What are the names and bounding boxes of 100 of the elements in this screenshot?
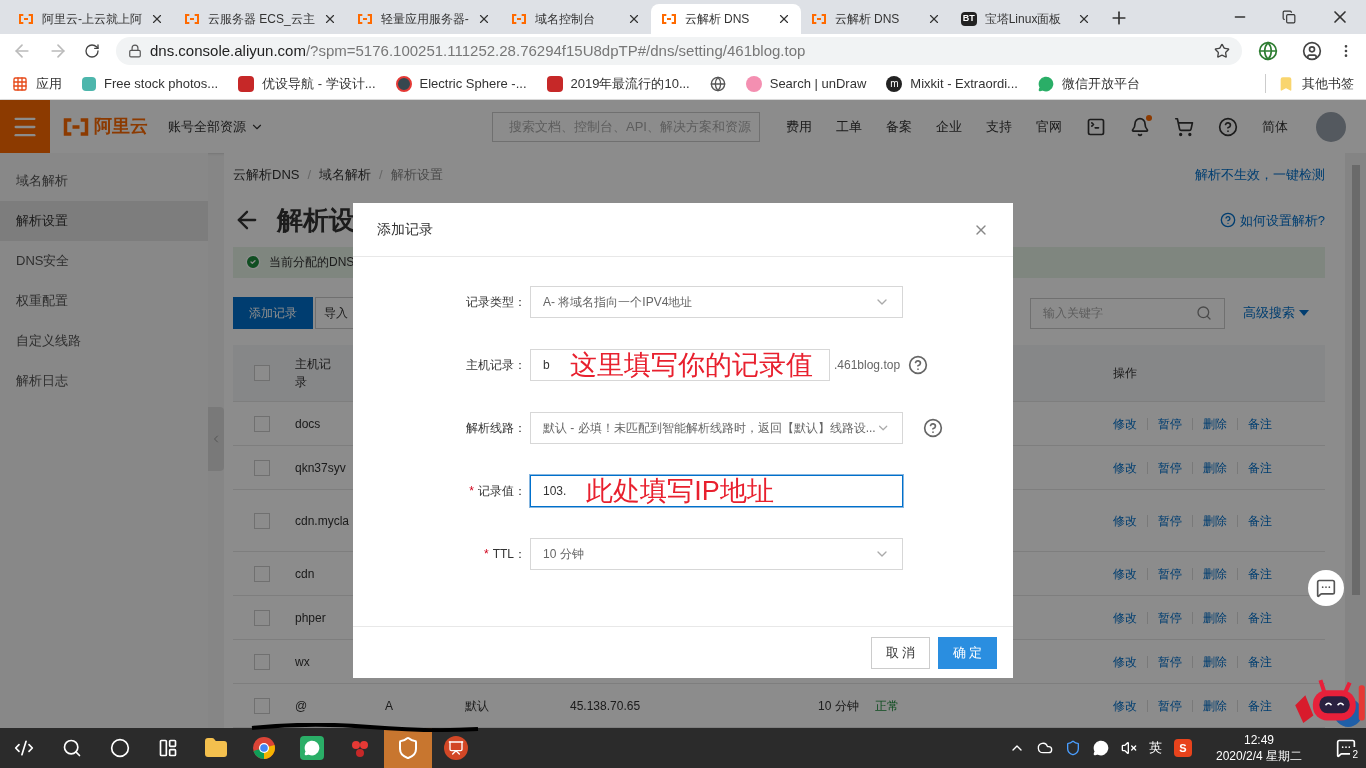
shield-icon[interactable] (1065, 740, 1081, 756)
action-link[interactable]: 暂停 (1158, 564, 1182, 583)
bookmark-item[interactable]: 应用 (12, 73, 62, 94)
globe-extension-icon[interactable] (1258, 41, 1278, 61)
action-link[interactable]: 删除 (1203, 458, 1227, 477)
action-link[interactable]: 暂停 (1158, 696, 1182, 715)
nav-link[interactable]: 企业 (936, 116, 962, 137)
action-link[interactable]: 备注 (1248, 511, 1272, 530)
input-method[interactable]: 英 (1149, 738, 1162, 758)
cancel-button[interactable]: 取 消 (871, 636, 930, 669)
browser-tab[interactable]: 云服务器 ECS_云主 (174, 4, 347, 34)
sidebar-item[interactable]: DNS安全 (0, 241, 208, 281)
sidebar-item[interactable]: 自定义线路 (0, 321, 208, 361)
clock-date[interactable]: 2020/2/4 星期二 (1215, 748, 1302, 764)
action-link[interactable]: 备注 (1248, 696, 1272, 715)
checkbox[interactable] (254, 697, 270, 714)
breadcrumb-link[interactable]: 域名解析 (319, 164, 372, 185)
action-link[interactable]: 删除 (1203, 696, 1227, 715)
action-link[interactable]: 备注 (1248, 458, 1272, 477)
assistant-icon[interactable] (110, 738, 130, 758)
nav-link[interactable]: 费用 (786, 116, 812, 137)
cart-icon[interactable] (1174, 116, 1194, 137)
detect-link[interactable]: 解析不生效，一键检测 (1195, 164, 1325, 185)
action-link[interactable]: 删除 (1203, 511, 1227, 530)
language-link[interactable]: 简体 (1262, 116, 1288, 137)
task-view-icon[interactable] (158, 738, 178, 758)
nav-link[interactable]: 官网 (1036, 116, 1062, 137)
globe-icon[interactable] (709, 75, 726, 92)
help-link[interactable]: 如何设置解析? (1219, 210, 1325, 231)
muted-speaker-icon[interactable] (1121, 740, 1137, 756)
bookmark-item[interactable]: Electric Sphere -... (395, 73, 527, 94)
action-link[interactable]: 暂停 (1158, 652, 1182, 671)
bookmark-item[interactable]: Search | unDraw (745, 73, 867, 94)
ime-logo[interactable]: S (1174, 739, 1192, 757)
help-icon[interactable] (908, 355, 929, 375)
action-link[interactable]: 修改 (1113, 458, 1137, 477)
breadcrumb-link[interactable]: 云解析DNS (233, 164, 300, 185)
select-field[interactable]: 10 分钟 (530, 538, 903, 570)
collapse-handle[interactable] (208, 407, 224, 471)
toolbar-button[interactable]: 添加记录 (233, 297, 313, 329)
checkbox[interactable] (254, 512, 270, 529)
browser-tab[interactable]: 云解析 DNS (650, 4, 801, 34)
browser-tab[interactable]: 轻量应用服务器- (346, 4, 501, 34)
bookmark-folder[interactable]: 其他书签 (1265, 73, 1354, 94)
nav-link[interactable]: 工单 (836, 116, 862, 137)
reload-icon[interactable] (84, 43, 100, 59)
checkbox[interactable] (254, 565, 270, 582)
breadcrumb-link[interactable]: 解析设置 (390, 164, 443, 185)
cloud-icon[interactable] (1037, 740, 1053, 756)
sidebar-item[interactable]: 权重配置 (0, 281, 208, 321)
browser-tab[interactable]: 域名控制台 (500, 4, 651, 34)
select-field[interactable]: 默认 - 必填！未匹配到智能解析线路时，返回【默认】线路设... (530, 412, 903, 444)
input-field[interactable]: 103. 此处填写IP地址 (530, 475, 903, 507)
browser-tab[interactable]: BT 宝塔Linux面板 (950, 4, 1101, 34)
action-link[interactable]: 备注 (1248, 564, 1272, 583)
bookmark-item[interactable]: m Mixkit - Extraordi... (886, 73, 1018, 94)
checkbox[interactable] (254, 459, 270, 476)
input-field[interactable]: b 这里填写你的记录值 (530, 349, 830, 381)
action-link[interactable]: 暂停 (1158, 511, 1182, 530)
profile-icon[interactable] (1302, 41, 1322, 61)
nav-link[interactable]: 支持 (986, 116, 1012, 137)
action-link[interactable]: 删除 (1203, 652, 1227, 671)
code-icon[interactable] (14, 738, 34, 758)
account-dropdown[interactable]: 账号全部资源 (168, 116, 264, 137)
advanced-search-link[interactable]: 高级搜索 (1243, 303, 1309, 323)
address-bar[interactable]: dns.console.aliyun.com/?spm=5176.100251.111252.28.76294f15U8dpTP#/dns/setting/461blog.top (116, 37, 1242, 65)
action-link[interactable]: 删除 (1203, 564, 1227, 583)
browser-tab[interactable]: 阿里云-上云就上阿 (8, 4, 174, 34)
checkbox[interactable] (254, 415, 270, 432)
confirm-button[interactable]: 确 定 (938, 636, 997, 669)
bell-icon[interactable] (1130, 116, 1150, 137)
taskbar-app[interactable] (384, 728, 432, 768)
action-link[interactable]: 修改 (1113, 511, 1137, 530)
action-link[interactable]: 暂停 (1158, 458, 1182, 477)
sidebar-item[interactable]: 解析设置 (0, 201, 208, 241)
bookmark-item[interactable]: 微信开放平台 (1037, 73, 1140, 94)
help-icon[interactable] (1218, 116, 1238, 137)
clock-time[interactable]: 12:49 (1244, 732, 1274, 748)
action-link[interactable]: 修改 (1113, 608, 1137, 627)
close-icon[interactable] (150, 12, 164, 26)
bookmark-item[interactable]: Free stock photos... (82, 73, 219, 94)
checkbox[interactable] (254, 609, 270, 626)
bookmark-item[interactable]: 优设导航 - 学设计... (238, 73, 376, 94)
action-link[interactable]: 删除 (1203, 414, 1227, 433)
chat-bubble-icon[interactable] (1093, 740, 1109, 756)
select-field[interactable]: A- 将域名指向一个IPV4地址 (530, 286, 903, 318)
sidebar-item[interactable]: 解析日志 (0, 361, 208, 401)
bookmark-item[interactable]: 2019年最流行的10... (546, 73, 690, 94)
checkbox[interactable] (254, 365, 270, 381)
checkbox[interactable] (254, 653, 270, 670)
bookmark-star-icon[interactable] (1214, 43, 1230, 59)
help-icon[interactable] (923, 418, 943, 438)
nav-link[interactable]: 备案 (886, 116, 912, 137)
search-icon[interactable] (62, 738, 82, 758)
action-link[interactable]: 备注 (1248, 608, 1272, 627)
action-link[interactable]: 修改 (1113, 414, 1137, 433)
action-link[interactable]: 修改 (1113, 652, 1137, 671)
action-link[interactable]: 备注 (1248, 652, 1272, 671)
restore-icon[interactable] (1282, 10, 1296, 24)
action-link[interactable]: 暂停 (1158, 608, 1182, 627)
